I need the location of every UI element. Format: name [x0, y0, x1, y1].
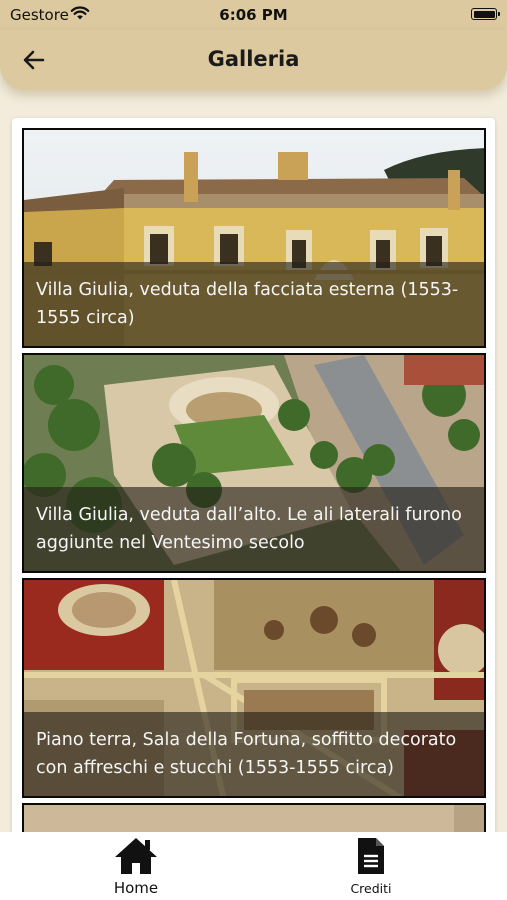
- navigation-bar: Galleria: [0, 30, 507, 90]
- gallery-item-aerial[interactable]: Villa Giulia, veduta dall’alto. Le ali l…: [22, 353, 486, 573]
- gallery-list[interactable]: Villa Giulia, veduta della facciata este…: [12, 118, 495, 838]
- gallery-item-facade[interactable]: Villa Giulia, veduta della facciata este…: [22, 128, 486, 348]
- caption-text: Villa Giulia, veduta dall’alto. Le ali l…: [24, 487, 484, 571]
- caption-text: Piano terra, Sala della Fortuna, soffitt…: [24, 712, 484, 796]
- gallery-item-fresco[interactable]: Piano terra, Sala della Fortuna, soffitt…: [22, 578, 486, 798]
- clock: 6:06 PM: [219, 6, 288, 24]
- page-title: Galleria: [207, 47, 300, 71]
- tab-home[interactable]: Home: [76, 836, 196, 897]
- document-icon: [358, 838, 384, 874]
- house-icon: [115, 838, 157, 874]
- tab-bar: Home Crediti: [0, 832, 507, 900]
- tab-credits-label: Crediti: [350, 881, 392, 896]
- tab-credits[interactable]: Crediti: [311, 836, 431, 896]
- battery-icon: [471, 8, 500, 20]
- caption-text: Villa Giulia, veduta della facciata este…: [24, 262, 484, 346]
- tab-home-label: Home: [113, 879, 159, 897]
- status-bar: Gestore 6:06 PM: [0, 0, 507, 30]
